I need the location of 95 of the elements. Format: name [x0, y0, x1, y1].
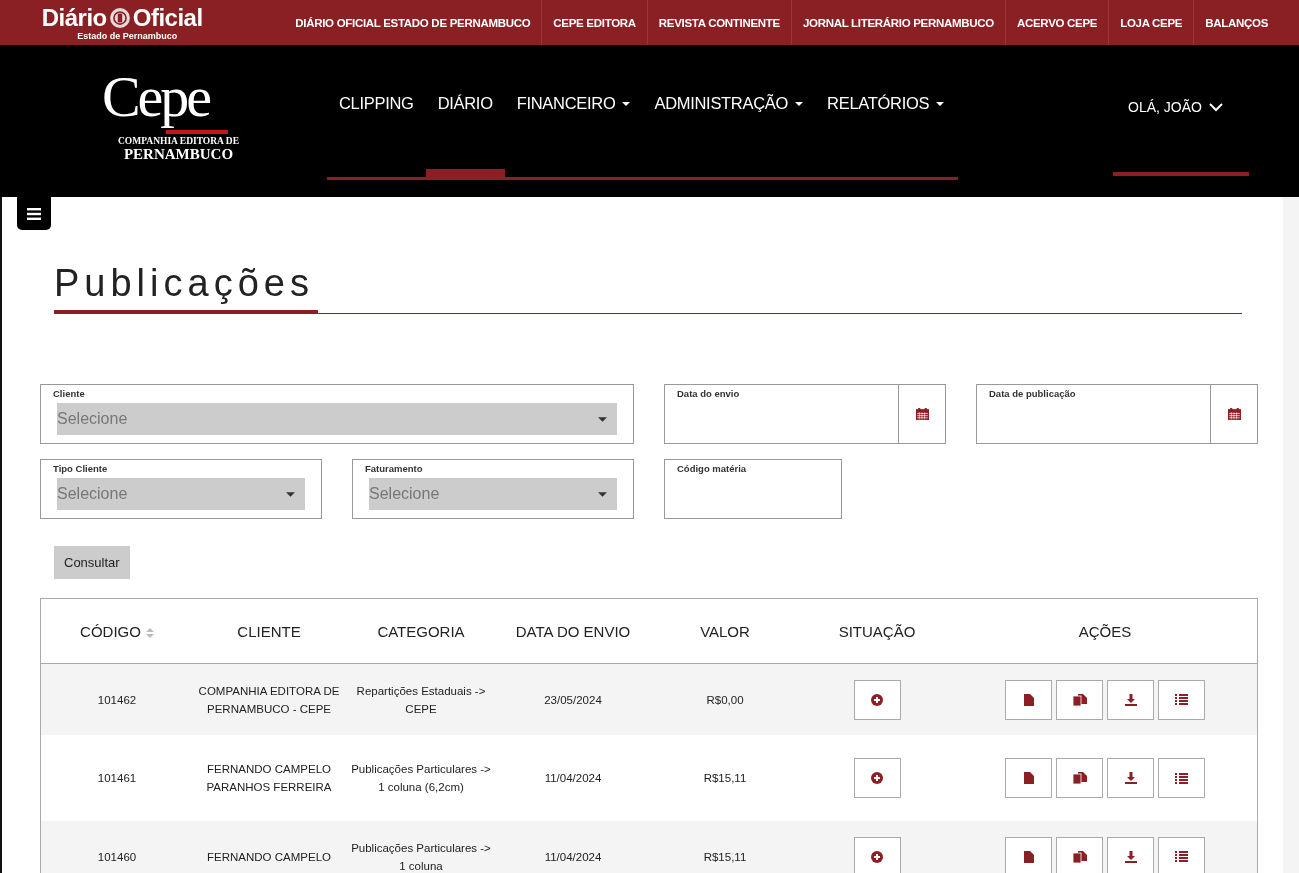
table-cell-text: COMPANHIA EDITORA DE PERNAMBUCO - CEPE: [197, 683, 341, 717]
calendar-icon: [1227, 408, 1241, 420]
field-label: Faturamento: [364, 462, 424, 475]
table-cell-text: 23/05/2024: [544, 692, 602, 708]
field-label: Data do envio: [676, 387, 741, 400]
table-cell-text: FERNANDO CAMPELO PARANHOS FERREIRA: [205, 762, 333, 795]
action-button[interactable]: [1158, 679, 1205, 720]
action-button[interactable]: [1005, 836, 1052, 873]
table-cell-text: FERNANDO CAMPELO: [207, 849, 331, 865]
brand-title: Oficial: [132, 4, 203, 31]
column-header[interactable]: CÓDIGO: [41, 599, 193, 663]
plus-circle-icon: [871, 850, 883, 863]
table-cell-text: Repartições Estaduais -> CEPE: [355, 683, 487, 717]
column-header: CLIENTE: [236, 621, 302, 642]
document-icon: [1023, 693, 1034, 706]
download-icon: [1124, 693, 1137, 706]
text-field[interactable]: Código matéria: [664, 459, 842, 519]
caret-icon: [598, 491, 607, 497]
column-header: SITUAÇÃO: [837, 621, 917, 642]
top-link[interactable]: DIÁRIO OFICIAL ESTADO DE PERNAMBUCO: [284, 0, 542, 45]
action-button[interactable]: [1158, 758, 1205, 798]
documents-icon: [1072, 772, 1087, 784]
table-cell-text: R$15,11: [703, 771, 747, 786]
emblem-icon: [108, 6, 131, 29]
plus-circle-icon: [871, 693, 883, 706]
select-field[interactable]: Cliente Selecione: [40, 384, 634, 444]
table-cell-text: R$0,00: [706, 692, 744, 708]
table-cell-text: 11/04/2024: [544, 849, 602, 865]
user-menu[interactable]: OLÁ, JOÃO: [1113, 99, 1249, 176]
chevron-down-icon: [1209, 102, 1223, 112]
select-placeholder: Selecione: [369, 485, 440, 503]
nav-tab[interactable]: ADMINISTRAÇÃO: [642, 94, 816, 180]
nav-tab[interactable]: RELATÓRIOS: [815, 94, 957, 180]
documents-icon: [1072, 693, 1087, 706]
field-label: Tipo Cliente: [52, 462, 109, 475]
caret-icon: [936, 101, 945, 106]
action-button[interactable]: [1005, 679, 1052, 720]
column-header: CATEGORIA: [376, 621, 466, 642]
action-button[interactable]: [1056, 758, 1103, 798]
caret-icon: [622, 101, 631, 106]
caret-icon: [286, 491, 295, 497]
plus-circle-icon: [871, 772, 883, 784]
field-label: Código matéria: [676, 462, 748, 475]
status-button[interactable]: [853, 758, 901, 798]
field-label: Cliente: [52, 387, 86, 400]
action-button[interactable]: [1005, 758, 1052, 798]
column-header: VALOR: [699, 621, 751, 642]
nav-tab[interactable]: DIÁRIO: [425, 94, 505, 177]
column-header: AÇÕES: [1077, 621, 1133, 642]
calendar-icon: [915, 408, 929, 420]
table-cell-text: 101462: [97, 692, 137, 708]
brand-subtitle: Estado de Pernambuco: [77, 30, 178, 41]
date-field[interactable]: Data de publicação: [976, 384, 1258, 444]
menu-button[interactable]: [17, 197, 51, 230]
document-icon: [1023, 850, 1034, 863]
download-icon: [1124, 772, 1137, 784]
search-button[interactable]: Consultar: [54, 546, 130, 579]
action-button[interactable]: [1107, 836, 1154, 873]
select-placeholder: Selecione: [57, 485, 128, 503]
caret-icon: [598, 416, 607, 422]
select-field[interactable]: Tipo Cliente Selecione: [40, 459, 322, 519]
nav-tab[interactable]: CLIPPING: [327, 94, 426, 180]
status-button[interactable]: [853, 836, 901, 873]
date-field[interactable]: Data do envio: [664, 384, 946, 444]
select-placeholder: Selecione: [57, 410, 128, 428]
menu-icon: [27, 207, 41, 220]
status-button[interactable]: [853, 679, 901, 720]
table-cell-text: 101460: [97, 849, 137, 865]
page-title: Publicações: [54, 260, 318, 314]
list-icon: [1175, 694, 1188, 705]
action-button[interactable]: [1158, 836, 1205, 873]
column-header: DATA DO ENVIO: [514, 621, 632, 642]
brand-title: Diário: [41, 4, 107, 31]
logo-subtitle: COMPANHIA EDITORA DE: [117, 136, 240, 147]
caret-icon: [795, 101, 804, 106]
logo-subtitle: PERNAMBUCO: [123, 147, 234, 162]
table-cell-text: Publicações Particulares -> 1 coluna: [350, 840, 492, 873]
table-cell-text: 11/04/2024: [544, 771, 602, 786]
logo-wordmark: Cepe: [101, 66, 211, 128]
document-icon: [1023, 772, 1034, 784]
table-cell-text: R$15,11: [703, 849, 747, 865]
sort-icon: [145, 627, 154, 638]
table-cell-text: Publicações Particulares -> 1 coluna (6,2cm): [350, 762, 492, 795]
documents-icon: [1072, 850, 1087, 863]
action-button[interactable]: [1056, 679, 1103, 720]
table-cell-text: 101461: [97, 771, 137, 786]
download-icon: [1124, 850, 1137, 863]
action-button[interactable]: [1107, 758, 1154, 798]
action-button[interactable]: [1056, 836, 1103, 873]
select-field[interactable]: Faturamento Selecione: [352, 459, 634, 519]
nav-tab[interactable]: FINANCEIRO: [504, 94, 643, 180]
list-icon: [1175, 851, 1188, 862]
list-icon: [1175, 772, 1188, 784]
field-label: Data de publicação: [988, 387, 1077, 400]
action-button[interactable]: [1107, 679, 1154, 720]
